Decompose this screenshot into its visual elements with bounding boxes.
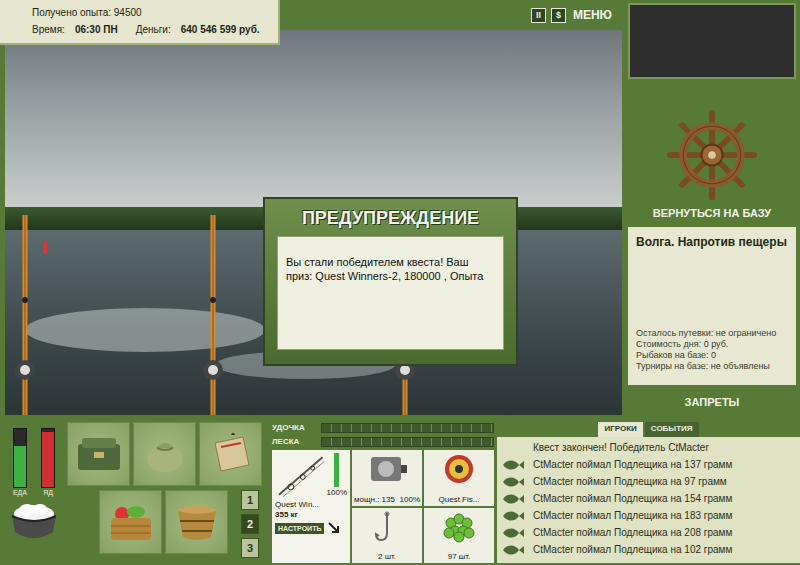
- minimap: [628, 3, 796, 79]
- time-money: Время:06:30 ПНДеньги:640 546 599 руб.: [32, 24, 270, 35]
- sky: [5, 30, 622, 207]
- pot-icon[interactable]: [7, 500, 61, 542]
- game-screen: II $ МЕНЮ Получено опыта: 94500 Время:06:30 …: [0, 0, 800, 565]
- info-line: Осталось путевки: не ограничено: [636, 328, 790, 338]
- meter: ЯД: [41, 428, 55, 496]
- info-line: Рыбаков на базе: 0: [636, 350, 790, 360]
- fish-icon: [501, 544, 525, 556]
- ship-wheel-icon: [666, 109, 758, 201]
- tab[interactable]: СОБЫТИЯ: [645, 422, 699, 437]
- message-row: CtMacter поймал Подлещика на 154 грамм: [501, 490, 796, 507]
- inventory-tile[interactable]: [99, 490, 162, 554]
- tackle-panel: УДОЧКА ЛЕСКА 100%Quest Win...355 кгНАСТРОИ…: [272, 422, 494, 563]
- fish-icon: [501, 527, 525, 539]
- rod-icon: [275, 453, 327, 499]
- experience: Получено опыта: 94500: [32, 7, 270, 18]
- reel-slot[interactable]: мощн.: 135100%: [352, 450, 422, 506]
- bans-button[interactable]: ЗАПРЕТЫ: [628, 389, 796, 415]
- hook-slot[interactable]: 2 шт.: [352, 508, 422, 564]
- info-line: Турниры на базе: не объявлены: [636, 361, 790, 371]
- message-row: CtMacter поймал Подлещика на 137 грамм: [501, 456, 796, 473]
- hook-icon: [372, 511, 402, 543]
- fish-icon: [501, 510, 525, 522]
- tension-bar: УДОЧКА: [272, 422, 494, 433]
- return-to-base[interactable]: ВЕРНУТЬСЯ НА БАЗУ: [628, 83, 796, 223]
- inventory-tile[interactable]: [133, 422, 196, 486]
- dialog-message: Вы стали победителем квеста! Ваш приз: Q…: [277, 236, 504, 350]
- rod-slot[interactable]: 100%Quest Win...355 кгНАСТРОИТЬ: [272, 450, 350, 563]
- inventory-tile[interactable]: [199, 422, 262, 486]
- reel-icon: [365, 453, 409, 485]
- dialog-title: ПРЕДУПРЕЖДЕНИЕ: [265, 199, 516, 236]
- pouch-icon: [142, 434, 188, 474]
- slot-button[interactable]: 2: [241, 514, 259, 534]
- location: Волга. Напротив пещеры: [636, 235, 790, 251]
- food-basket-icon: [106, 500, 156, 544]
- message-row: CtMacter поймал Подлещика на 97 грамм: [501, 473, 796, 490]
- peas-bait-icon: [441, 511, 477, 543]
- info-line: Стоимость дня: 0 руб.: [636, 339, 790, 349]
- bait-slot[interactable]: 97 шт.: [424, 508, 494, 564]
- slot-buttons: 1 2 3: [241, 490, 259, 558]
- tackle-box-icon: [74, 434, 124, 474]
- fish-icon: [501, 459, 525, 471]
- message-row: Квест закончен! Победитель CtMacter: [501, 439, 796, 456]
- setup-button[interactable]: НАСТРОИТЬ: [275, 523, 324, 534]
- warning-dialog: ПРЕДУПРЕЖДЕНИЕВы стали победителем квест…: [263, 197, 518, 366]
- arrow-icon[interactable]: [328, 522, 340, 534]
- rod-condition-gauge: [334, 453, 339, 487]
- top-button[interactable]: $: [551, 8, 566, 23]
- inventory-tile[interactable]: [165, 490, 228, 554]
- fish-icon: [501, 493, 525, 505]
- inventory-tile[interactable]: [67, 422, 130, 486]
- inventory: 1 2 3: [67, 422, 269, 563]
- slot-button[interactable]: 1: [241, 490, 259, 510]
- top-button[interactable]: II: [531, 8, 546, 23]
- tab[interactable]: ИГРОКИ: [598, 422, 642, 437]
- meters: ЕДА ЯД: [4, 422, 64, 563]
- base-info: Волга. Напротив пещеры Осталось путевки: …: [628, 227, 796, 385]
- line-slot[interactable]: Quest Fis...: [424, 450, 494, 506]
- top-button[interactable]: МЕНЮ: [571, 8, 614, 22]
- message-row: CtMacter поймал Подлещика на 102 грамм: [501, 541, 796, 558]
- message-row: CtMacter поймал Подлещика на 183 грамм: [501, 507, 796, 524]
- tension-bar: ЛЕСКА: [272, 436, 494, 447]
- slot-button[interactable]: 3: [241, 538, 259, 558]
- meter: ЕДА: [13, 428, 27, 496]
- fish-icon: [501, 476, 525, 488]
- line-spool-icon: [441, 453, 477, 485]
- bucket-icon: [173, 501, 221, 543]
- message-row: CtMacter поймал Подлещика на 208 грамм: [501, 524, 796, 541]
- status-panel: Получено опыта: 94500 Время:06:30 ПНДеньг…: [0, 0, 280, 45]
- notebook-icon: [207, 433, 255, 475]
- players-panel: ИГРОКИСОБЫТИЯ Квест закончен! Победитель …: [497, 422, 800, 563]
